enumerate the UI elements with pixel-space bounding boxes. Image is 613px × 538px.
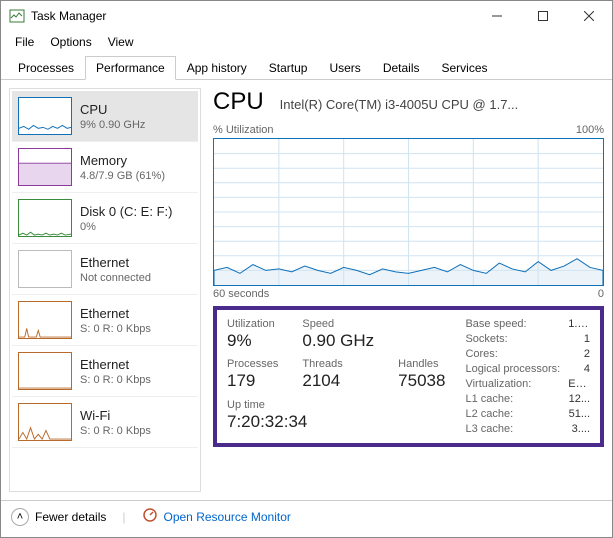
sidebar-item-sub: 0% [80,221,172,233]
chart-label-bottom-right: 0 [598,288,604,300]
stat-label: Speed [302,318,374,330]
spec-label: Logical processors: [465,363,560,375]
sidebar-item-label: Ethernet [80,306,151,321]
spec-value-virtualization: Ena... [568,378,590,390]
chevron-up-icon: ˄ [11,508,29,526]
window-title: Task Manager [31,9,474,23]
sidebar-item-sub: Not connected [80,272,151,284]
sidebar-item-sub: 4.8/7.9 GB (61%) [80,170,165,182]
footer: ˄ Fewer details | Open Resource Monitor [1,500,612,532]
chart-label-top-right: 100% [576,124,604,136]
cpu-utilization-chart[interactable] [213,138,604,286]
tab-details[interactable]: Details [372,56,431,80]
tab-services[interactable]: Services [431,56,499,80]
resource-monitor-icon [142,507,158,526]
sidebar-item-wifi[interactable]: Wi-Fi S: 0 R: 0 Kbps [12,397,198,448]
ethernet-mini-chart [18,301,72,339]
sidebar-item-label: Ethernet [80,255,151,270]
sidebar-item-label: Memory [80,153,165,168]
sidebar-item-ethernet-1[interactable]: Ethernet S: 0 R: 0 Kbps [12,295,198,346]
sidebar-item-sub: S: 0 R: 0 Kbps [80,374,151,386]
sidebar[interactable]: CPU 9% 0.90 GHz Memory 4.8/7.9 GB (61%) … [9,88,201,492]
sidebar-item-sub: S: 0 R: 0 Kbps [80,425,151,437]
main-panel: CPU Intel(R) Core(TM) i3-4005U CPU @ 1.7… [209,88,604,492]
sidebar-item-sub: 9% 0.90 GHz [80,119,145,131]
stat-value-processes: 179 [227,371,278,391]
stat-label: Utilization [227,318,278,330]
sidebar-item-label: Wi-Fi [80,408,151,423]
stat-label: Handles [398,358,445,370]
menu-options[interactable]: Options [44,33,97,51]
fewer-details-button[interactable]: ˄ Fewer details [11,508,106,526]
stat-label: Up time [227,399,445,411]
spec-value-l1: 12... [568,393,590,405]
minimize-button[interactable] [474,1,520,31]
sidebar-item-disk[interactable]: Disk 0 (C: E: F:) 0% [12,193,198,244]
sidebar-item-cpu[interactable]: CPU 9% 0.90 GHz [12,91,198,142]
menu-view[interactable]: View [102,33,140,51]
spec-value-logical-processors: 4 [568,363,590,375]
divider: | [122,510,125,524]
app-icon [9,8,25,24]
menubar: File Options View [1,31,612,55]
cpu-model: Intel(R) Core(TM) i3-4005U CPU @ 1.7... [280,97,604,112]
sidebar-item-ethernet-2[interactable]: Ethernet S: 0 R: 0 Kbps [12,346,198,397]
spec-value-cores: 2 [568,348,590,360]
spec-label: L2 cache: [465,408,560,420]
tab-startup[interactable]: Startup [258,56,319,80]
fewer-details-label: Fewer details [35,510,106,524]
sidebar-item-label: CPU [80,102,145,117]
sidebar-item-ethernet-0[interactable]: Ethernet Not connected [12,244,198,295]
stat-value-speed: 0.90 GHz [302,331,374,351]
tab-app-history[interactable]: App history [176,56,258,80]
chart-label-top-left: % Utilization [213,124,274,136]
spec-label: Base speed: [465,318,560,330]
tab-performance[interactable]: Performance [85,56,176,80]
spec-label: L1 cache: [465,393,560,405]
ethernet-mini-chart [18,352,72,390]
spec-label: L3 cache: [465,423,560,435]
open-resource-monitor-link[interactable]: Open Resource Monitor [142,507,291,526]
close-button[interactable] [566,1,612,31]
sidebar-item-memory[interactable]: Memory 4.8/7.9 GB (61%) [12,142,198,193]
menu-file[interactable]: File [9,33,40,51]
main-title: CPU [213,88,264,116]
cpu-mini-chart [18,97,72,135]
spec-label: Virtualization: [465,378,560,390]
tab-processes[interactable]: Processes [7,56,85,80]
sidebar-item-sub: S: 0 R: 0 Kbps [80,323,151,335]
spec-label: Sockets: [465,333,560,345]
sidebar-item-label: Ethernet [80,357,151,372]
spec-value-l2: 51... [568,408,590,420]
spec-value-l3: 3.... [568,423,590,435]
spec-value-sockets: 1 [568,333,590,345]
stat-label: Threads [302,358,374,370]
spec-label: Cores: [465,348,560,360]
stat-label: Processes [227,358,278,370]
memory-mini-chart [18,148,72,186]
open-resource-monitor-label: Open Resource Monitor [164,510,291,524]
chart-label-bottom-left: 60 seconds [213,288,269,300]
stats-box: Utilization 9% Speed 0.90 GHz Processes … [213,306,604,447]
tabs: Processes Performance App history Startu… [1,55,612,80]
stat-value-handles: 75038 [398,371,445,391]
maximize-button[interactable] [520,1,566,31]
sidebar-item-label: Disk 0 (C: E: F:) [80,204,172,219]
wifi-mini-chart [18,403,72,441]
stat-value-threads: 2104 [302,371,374,391]
disk-mini-chart [18,199,72,237]
ethernet-mini-chart [18,250,72,288]
stat-value-utilization: 9% [227,331,278,351]
tab-users[interactable]: Users [318,56,371,80]
spec-value-base-speed: 1.70... [568,318,590,330]
titlebar: Task Manager [1,1,612,31]
stat-value-uptime: 7:20:32:34 [227,412,445,432]
